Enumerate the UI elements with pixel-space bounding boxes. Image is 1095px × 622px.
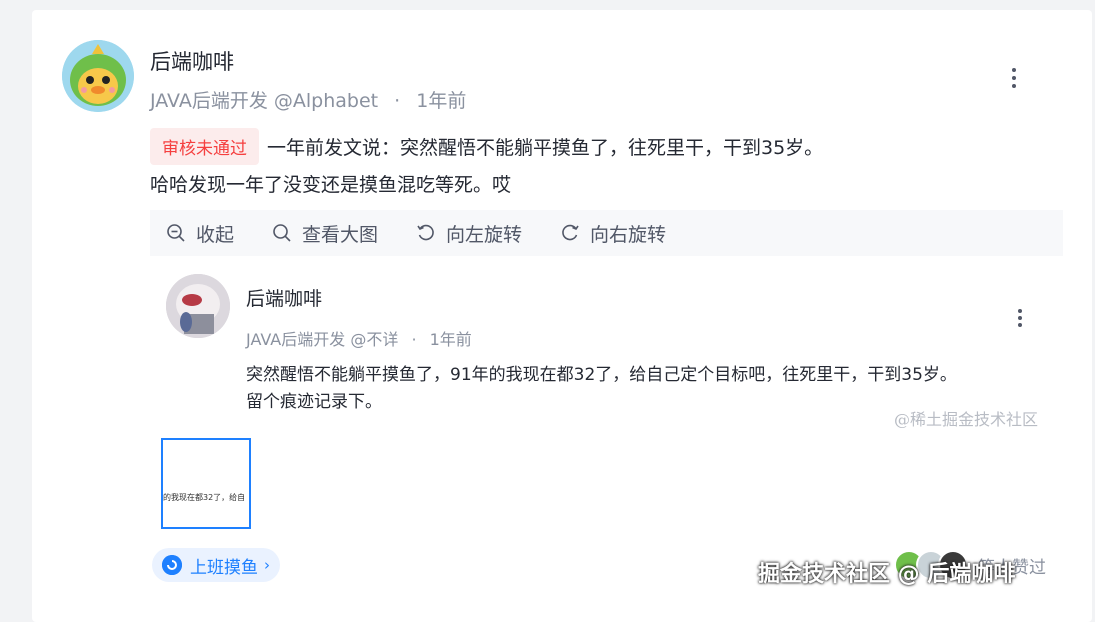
image-thumbnail[interactable]: 的我现在都32了，给自 [161,438,251,529]
view-large-label: 查看大图 [302,223,379,246]
rotate-right-label: 向右旋转 [590,223,667,246]
topic-icon [162,555,182,575]
author-meta: JAVA后端开发 @Alphabet · 1年前 [150,86,466,113]
post-text: 一年前发文说：突然醒悟不能躺平摸鱼了，往死里干，干到35岁。 [267,136,824,159]
quoted-author-name: 后端咖啡 [246,288,323,310]
quoted-post-time: 1年前 [429,330,472,349]
post-text: 哈哈发现一年了没变还是摸鱼混吃等死。哎 [150,174,512,196]
image-watermark: @稀土掘金技术社区 [894,410,1039,429]
collapse-button[interactable]: 收起 [166,220,234,247]
search-icon [273,224,291,242]
quoted-author-meta: JAVA后端开发 @不详 · 1年前 [246,326,472,350]
site-watermark: 掘金技术社区 @ 后端咖啡 [758,562,1016,587]
view-large-button[interactable]: 查看大图 [272,220,378,247]
collapse-label: 收起 [196,223,235,246]
quoted-post-image[interactable]: 后端咖啡 JAVA后端开发 @不详 · 1年前 突然醒悟不能躺平摸鱼了，91年的… [150,256,1063,436]
rotate-left-label: 向左旋转 [446,223,523,246]
dot [1018,316,1022,320]
quoted-author-handle: @不详 [350,330,399,349]
rotate-right-icon [562,224,579,241]
author-handle: @Alphabet [273,90,379,112]
quoted-author-avatar [166,274,230,338]
dot [1012,84,1016,88]
author-title: JAVA后端开发 [150,90,268,112]
zoom-out-icon [167,224,185,242]
meta-separator: · [394,90,401,112]
author-name[interactable]: 后端咖啡 [150,46,234,76]
more-options-icon [1008,306,1032,330]
quoted-text-line: 突然醒悟不能躺平摸鱼了，91年的我现在都32了，给自己定个目标吧，往死里干，干到… [246,365,957,385]
quoted-text-line: 留个痕迹记录下。 [246,392,382,412]
dot [1012,76,1016,80]
dot [1018,323,1022,327]
rotate-left-icon [417,224,434,241]
topic-label: 上班摸鱼 [190,557,258,578]
rotate-left-button[interactable]: 向左旋转 [416,220,522,247]
chevron-right-icon: › [264,556,270,574]
dot [1018,309,1022,313]
meta-separator: · [411,330,417,349]
dot [1012,68,1016,72]
rotate-right-button[interactable]: 向右旋转 [560,220,666,247]
image-toolbar: 收起 查看大图 向左旋转 向右旋转 [150,210,1063,256]
quoted-author-title: JAVA后端开发 [246,330,346,349]
post-card: 后端咖啡 JAVA后端开发 @Alphabet · 1年前 审核未通过 一年前发… [32,10,1092,622]
more-options-icon[interactable] [1000,64,1028,92]
post-content-line: 审核未通过 一年前发文说：突然醒悟不能躺平摸鱼了，往死里干，干到35岁。 [150,127,824,165]
author-avatar[interactable] [62,40,134,112]
quoted-post-text: 突然醒悟不能躺平摸鱼了，91年的我现在都32了，给自己定个目标吧，往死里干，干到… [246,362,957,416]
thumbnail-text: 的我现在都32了，给自 [163,493,246,502]
post-time: 1年前 [416,90,467,112]
status-badge: 审核未通过 [150,127,259,165]
topic-tag[interactable]: 上班摸鱼 › [152,548,280,582]
